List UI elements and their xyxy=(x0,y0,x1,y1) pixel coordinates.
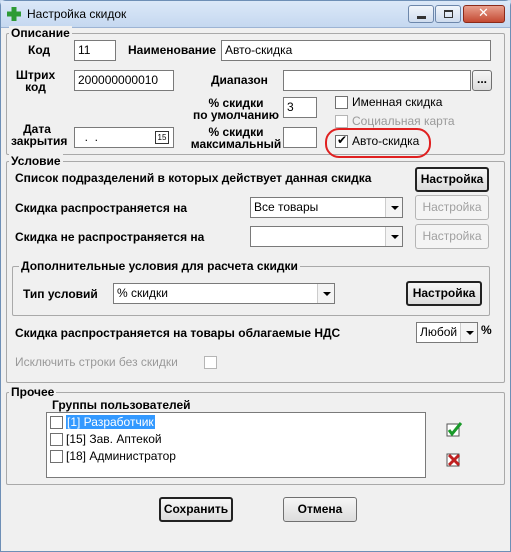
highlight-ring xyxy=(325,128,431,158)
list-item-checkbox[interactable] xyxy=(50,433,63,446)
range-input[interactable] xyxy=(283,70,471,91)
close-date-label-line2: закрытия xyxy=(11,134,68,148)
departments-label: Список подразделений в которых действует… xyxy=(15,171,372,185)
list-item[interactable]: [1] Разработчик xyxy=(49,414,419,430)
departments-settings-button[interactable]: Настройка xyxy=(415,167,489,192)
barcode-input[interactable]: 200000000010 xyxy=(74,70,174,91)
named-discount-label: Именная скидка xyxy=(352,95,443,109)
chevron-down-icon[interactable] xyxy=(385,227,402,246)
chevron-down-icon[interactable] xyxy=(385,198,402,217)
vat-select[interactable]: Любой xyxy=(416,322,478,343)
other-group-title: Прочее xyxy=(9,385,57,399)
condition-type-value: % скидки xyxy=(117,286,168,300)
applies-to-value: Все товары xyxy=(254,200,319,214)
exclude-rows-checkbox[interactable] xyxy=(204,356,217,369)
chevron-down-icon[interactable] xyxy=(317,284,334,303)
calendar-icon[interactable]: 15 xyxy=(155,131,169,144)
title-bar[interactable]: Настройка скидок ✕ xyxy=(1,1,510,28)
social-card-checkbox[interactable] xyxy=(335,115,348,128)
range-browse-button[interactable]: ... xyxy=(472,70,492,91)
minimize-button[interactable] xyxy=(408,5,434,23)
close-date-label: Дата закрытия xyxy=(11,123,67,147)
vat-value: Любой xyxy=(420,325,458,339)
condition-type-settings-button[interactable]: Настройка xyxy=(406,281,482,306)
name-input[interactable]: Авто-скидка xyxy=(221,40,491,61)
list-item-label: [15] Зав. Аптекой xyxy=(66,432,162,446)
list-item-checkbox[interactable] xyxy=(50,450,63,463)
applies-to-select[interactable]: Все товары xyxy=(250,197,403,218)
user-groups-list[interactable]: [1] Разработчик [15] Зав. Аптекой [18] А… xyxy=(46,412,426,478)
chevron-down-icon[interactable] xyxy=(460,323,477,342)
range-label: Диапазон xyxy=(211,73,268,87)
code-label: Код xyxy=(28,43,51,57)
code-input[interactable]: 11 xyxy=(74,40,116,61)
close-date-value: . . xyxy=(78,130,99,144)
condition-group-title: Условие xyxy=(9,154,63,168)
default-discount-input[interactable]: 3 xyxy=(283,97,317,118)
minimize-icon xyxy=(417,16,426,19)
save-button[interactable]: Сохранить xyxy=(159,497,233,522)
description-group-title: Описание xyxy=(9,26,72,40)
named-discount-checkbox[interactable] xyxy=(335,96,348,109)
barcode-label-line2: код xyxy=(25,80,46,94)
vat-percent-suffix: % xyxy=(481,323,492,337)
close-icon: ✕ xyxy=(478,6,489,21)
applies-to-label: Скидка распространяется на xyxy=(15,201,188,215)
uncheck-all-icon[interactable] xyxy=(446,452,463,467)
list-item-label: [1] Разработчик xyxy=(66,415,155,429)
app-cross-icon xyxy=(7,7,21,21)
default-discount-label-line2: по умолчанию xyxy=(192,108,279,122)
not-applies-to-select[interactable] xyxy=(250,226,403,247)
close-button[interactable]: ✕ xyxy=(463,5,505,23)
vat-label: Скидка распространяется на товары облага… xyxy=(15,326,341,340)
discount-settings-window: Настройка скидок ✕ Описание Код 11 Наиме… xyxy=(0,0,511,552)
cancel-button[interactable]: Отмена xyxy=(283,497,357,522)
exclude-rows-label: Исключить строки без скидки xyxy=(15,355,178,369)
list-item-checkbox[interactable] xyxy=(50,416,63,429)
user-groups-title: Группы пользователей xyxy=(52,398,191,412)
applies-to-settings-button[interactable]: Настройка xyxy=(415,195,489,220)
maximize-button[interactable] xyxy=(435,5,461,23)
condition-type-select[interactable]: % скидки xyxy=(113,283,335,304)
max-discount-label-line2: максимальный xyxy=(190,137,282,151)
not-applies-to-label: Скидка не распространяется на xyxy=(15,230,205,244)
max-discount-input[interactable] xyxy=(283,127,317,148)
list-item[interactable]: [18] Администратор xyxy=(49,448,419,464)
not-applies-to-settings-button[interactable]: Настройка xyxy=(415,224,489,249)
close-date-input[interactable]: . . 15 xyxy=(74,127,174,148)
maximize-icon xyxy=(444,10,453,18)
list-item[interactable]: [15] Зав. Аптекой xyxy=(49,431,419,447)
check-all-icon[interactable] xyxy=(446,422,463,437)
extra-conditions-group-title: Дополнительные условия для расчета скидк… xyxy=(19,259,300,273)
max-discount-label: % скидки максимальный xyxy=(189,126,283,150)
condition-type-label: Тип условий xyxy=(23,287,98,301)
window-title: Настройка скидок xyxy=(27,7,127,21)
social-card-label: Социальная карта xyxy=(352,114,455,128)
barcode-label: Штрих код xyxy=(13,69,58,93)
list-item-label: [18] Администратор xyxy=(66,449,176,463)
name-label: Наименование xyxy=(128,43,217,57)
default-discount-label: % скидки по умолчанию xyxy=(191,97,281,121)
